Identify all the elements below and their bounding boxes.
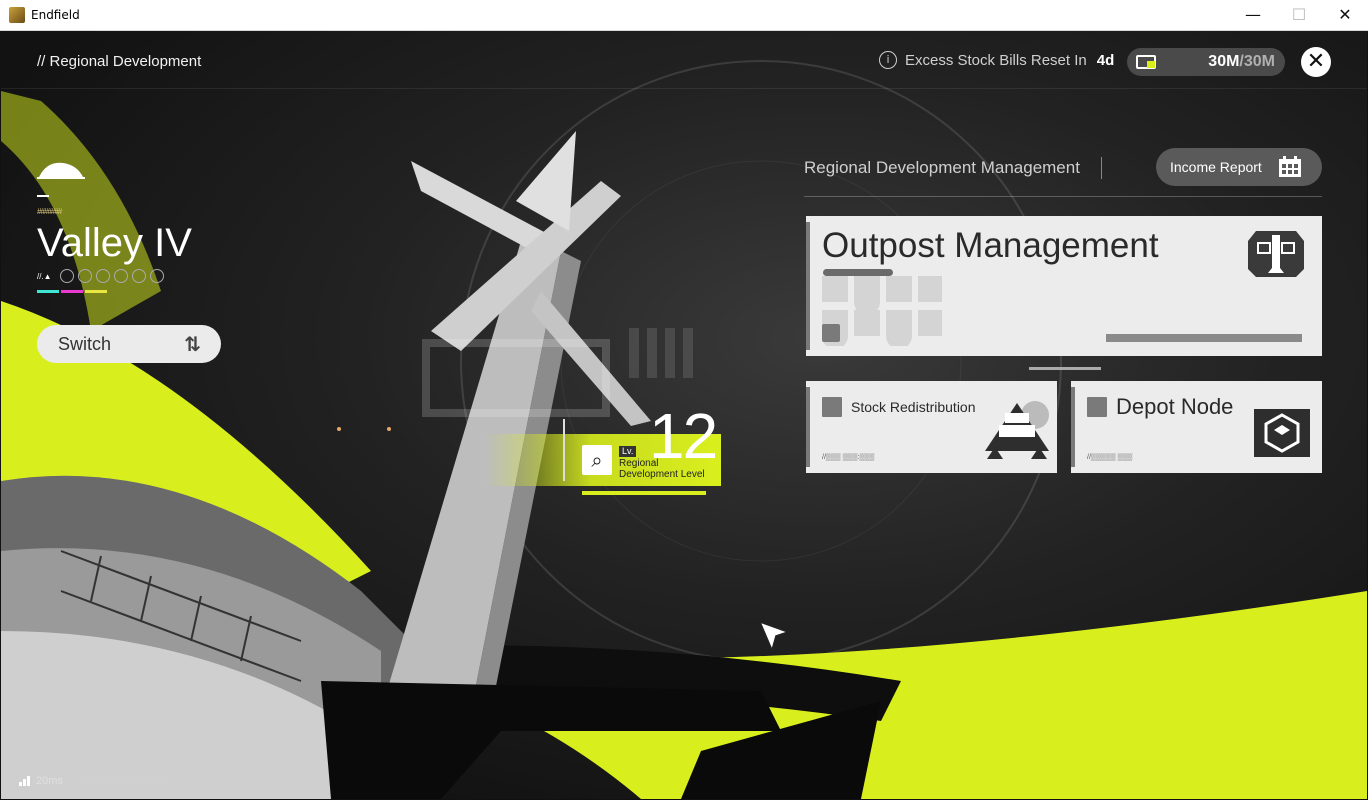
uid-value: UID: 4334096287 bbox=[80, 775, 168, 787]
info-icon[interactable]: i bbox=[879, 51, 897, 69]
level-bracket bbox=[563, 419, 569, 481]
excess-label: Excess Stock Bills Reset In bbox=[905, 51, 1087, 69]
window-close-button[interactable]: ✕ bbox=[1322, 0, 1368, 30]
close-icon[interactable]: ✕ bbox=[1301, 47, 1331, 77]
window-title: Endfield bbox=[31, 8, 80, 22]
region-dash bbox=[37, 195, 49, 197]
depot-node-card[interactable]: Depot Node //▒▒▒▒▒ ▒▒▒ bbox=[1071, 381, 1322, 473]
status-bar: 20ms UID: 4334096287 bbox=[19, 775, 167, 787]
level-underline bbox=[582, 491, 706, 495]
stock-redistribution-icon bbox=[985, 401, 1049, 459]
excess-stock-reset[interactable]: i Excess Stock Bills Reset In 4d bbox=[879, 51, 1114, 69]
stock-redistribution-title: Stock Redistribution bbox=[851, 399, 976, 415]
stock-bill-icon bbox=[1136, 55, 1156, 69]
outpost-progress-bar bbox=[1106, 334, 1302, 342]
excess-days: 4d bbox=[1096, 51, 1115, 69]
ping-value: 20ms bbox=[36, 775, 63, 787]
region-progress-dots: //.▲ bbox=[37, 269, 164, 283]
stock-max: /30M bbox=[1239, 53, 1275, 70]
window-titlebar: Endfield — ☐ ✕ bbox=[0, 0, 1368, 31]
card-accent-bar bbox=[806, 222, 810, 350]
maximize-button[interactable]: ☐ bbox=[1276, 0, 1322, 30]
color-bar-magenta bbox=[61, 290, 83, 293]
calendar-icon bbox=[1279, 156, 1301, 177]
region-tag: //.▲ bbox=[37, 271, 52, 281]
color-bar-cyan bbox=[37, 290, 59, 293]
color-bar-yellow bbox=[85, 290, 107, 293]
management-title: Regional Development Management bbox=[804, 158, 1080, 177]
level-caption: Regional Development Level bbox=[619, 458, 705, 480]
progress-dot bbox=[95, 269, 110, 283]
level-lv-label: Lv. bbox=[619, 446, 637, 457]
outpost-pill bbox=[823, 269, 893, 276]
page-title: // Regional Development bbox=[37, 53, 202, 70]
search-icon[interactable]: ⌕ bbox=[582, 445, 612, 475]
progress-dot bbox=[131, 269, 146, 283]
outpost-icon bbox=[1248, 231, 1304, 277]
depot-node-code: //▒▒▒▒▒ ▒▒▒ bbox=[1087, 454, 1133, 461]
minimize-button[interactable]: — bbox=[1230, 0, 1276, 30]
page-indicator bbox=[1029, 367, 1101, 370]
depot-node-title: Depot Node bbox=[1116, 394, 1234, 419]
stock-current: 30M bbox=[1208, 53, 1240, 70]
game-viewport: // Regional Development i Excess Stock B… bbox=[1, 31, 1367, 799]
outpost-management-card[interactable]: Outpost Management bbox=[806, 216, 1322, 356]
cursor-icon bbox=[758, 620, 790, 652]
signal-icon bbox=[19, 776, 30, 786]
income-report-label: Income Report bbox=[1170, 159, 1262, 175]
depot-node-small-icon bbox=[1087, 397, 1107, 417]
outpost-management-title: Outpost Management bbox=[822, 226, 1159, 265]
switch-region-button[interactable]: Switch ⇅ bbox=[37, 325, 221, 363]
progress-dot bbox=[59, 269, 74, 283]
weather-icon bbox=[37, 162, 85, 179]
region-color-bars bbox=[37, 290, 107, 293]
income-report-button[interactable]: Income Report bbox=[1156, 148, 1322, 186]
management-divider bbox=[1101, 157, 1102, 179]
progress-dot bbox=[149, 269, 164, 283]
app-icon bbox=[9, 7, 25, 23]
management-rule bbox=[804, 196, 1322, 197]
region-hash-label: ####### bbox=[37, 207, 62, 216]
outpost-decoration bbox=[822, 276, 942, 346]
switch-label: Switch bbox=[58, 334, 112, 354]
stock-value: 30M/30M bbox=[1208, 53, 1275, 71]
progress-dot bbox=[77, 269, 92, 283]
stock-bill-counter[interactable]: 30M/30M bbox=[1127, 48, 1285, 76]
switch-icon: ⇅ bbox=[184, 332, 201, 356]
progress-dot bbox=[113, 269, 128, 283]
stock-redistribution-code: //▒▒▒ ▒▒▒:▒▒▒ bbox=[822, 454, 875, 461]
depot-icon bbox=[1254, 409, 1310, 457]
stock-redistribution-small-icon bbox=[822, 397, 842, 417]
region-name: Valley IV bbox=[37, 221, 192, 265]
card-accent-bar bbox=[806, 387, 810, 467]
stock-redistribution-card[interactable]: Stock Redistribution //▒▒▒ ▒▒▒:▒▒▒ bbox=[806, 381, 1057, 473]
header-divider bbox=[1, 88, 1367, 89]
outpost-corner-icon bbox=[822, 324, 840, 342]
card-accent-bar bbox=[1071, 387, 1075, 467]
